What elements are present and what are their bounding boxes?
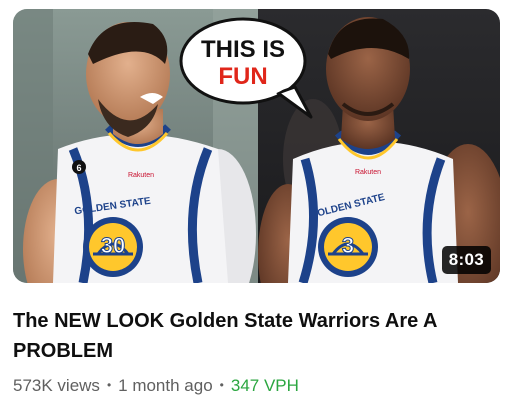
right-sponsor-text: Rakuten: [355, 169, 381, 176]
video-card: 30 GOLDEN STATE Rakuten 6 3 GOLDEN STATE…: [0, 0, 512, 412]
thumbnail-image: 30 GOLDEN STATE Rakuten 6 3 GOLDEN STATE…: [13, 9, 500, 283]
view-count: 573K views: [13, 376, 100, 395]
video-thumbnail[interactable]: 30 GOLDEN STATE Rakuten 6 3 GOLDEN STATE…: [13, 9, 500, 283]
speech-bubble-line2: FUN: [218, 63, 267, 90]
left-sponsor-text: Rakuten: [128, 172, 154, 179]
speech-bubble-line1: THIS IS: [201, 36, 285, 63]
separator-dot: •: [219, 378, 224, 392]
right-jersey-number: 3: [342, 233, 354, 258]
patch-number: 6: [76, 163, 81, 173]
video-metadata: 573K views • 1 month ago • 347 VPH: [13, 376, 299, 396]
separator-dot: •: [106, 378, 112, 392]
vph-badge: 347 VPH: [230, 376, 299, 395]
upload-age: 1 month ago: [118, 376, 213, 395]
duration-badge: 8:03: [441, 246, 491, 274]
video-title[interactable]: The NEW LOOK Golden State Warriors Are A…: [13, 306, 483, 366]
left-jersey-number: 30: [101, 233, 125, 258]
